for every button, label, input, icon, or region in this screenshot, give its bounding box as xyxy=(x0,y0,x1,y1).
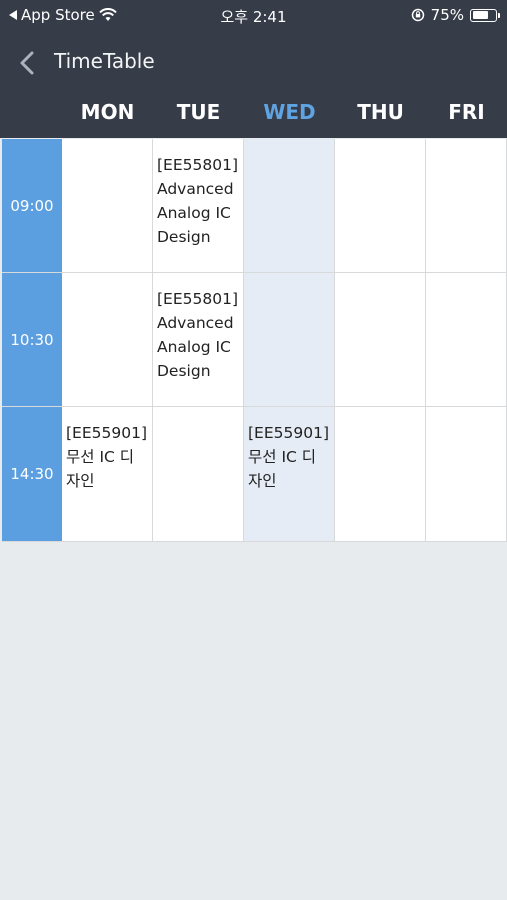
timetable-grid: 09:00 [EE55801] Advanced Analog IC Desig… xyxy=(2,139,507,542)
day-tue: TUE xyxy=(176,100,221,124)
time-slot: 14:30 xyxy=(2,407,62,542)
class-cell[interactable] xyxy=(426,273,507,407)
class-cell[interactable] xyxy=(426,139,507,273)
class-cell[interactable]: [EE55801] Advanced Analog IC Design xyxy=(153,273,244,407)
back-button[interactable] xyxy=(14,48,40,78)
day-fri: FRI xyxy=(448,100,485,124)
class-cell[interactable] xyxy=(153,407,244,542)
class-cell[interactable] xyxy=(426,407,507,542)
chevron-left-icon xyxy=(20,51,34,75)
class-cell[interactable]: [EE55901] 무선 IC 디자인 xyxy=(62,407,153,542)
class-cell[interactable] xyxy=(335,407,426,542)
status-right: 75% xyxy=(411,6,500,24)
class-cell[interactable] xyxy=(62,139,153,273)
class-cell[interactable] xyxy=(62,273,153,407)
class-cell[interactable]: [EE55801] Advanced Analog IC Design xyxy=(153,139,244,273)
orientation-lock-icon xyxy=(411,8,424,22)
navigation-bar: TimeTable xyxy=(0,42,507,82)
class-cell[interactable] xyxy=(335,139,426,273)
day-thu: THU xyxy=(357,100,404,124)
battery-percent: 75% xyxy=(430,6,464,24)
time-slot: 09:00 xyxy=(2,139,62,273)
class-cell[interactable] xyxy=(335,273,426,407)
battery-icon xyxy=(470,8,500,22)
day-wed: WED xyxy=(263,100,316,124)
day-mon: MON xyxy=(80,100,135,124)
time-slot: 10:30 xyxy=(2,273,62,407)
day-header: MON TUE WED THU FRI xyxy=(0,96,507,128)
app-header: App Store 오후 2:41 75% TimeTable MON TUE … xyxy=(0,0,507,138)
class-cell[interactable] xyxy=(244,273,335,407)
page-title: TimeTable xyxy=(54,49,155,73)
class-cell[interactable]: [EE55901] 무선 IC 디자인 xyxy=(244,407,335,542)
status-bar: App Store 오후 2:41 75% xyxy=(0,0,507,30)
class-cell[interactable] xyxy=(244,139,335,273)
